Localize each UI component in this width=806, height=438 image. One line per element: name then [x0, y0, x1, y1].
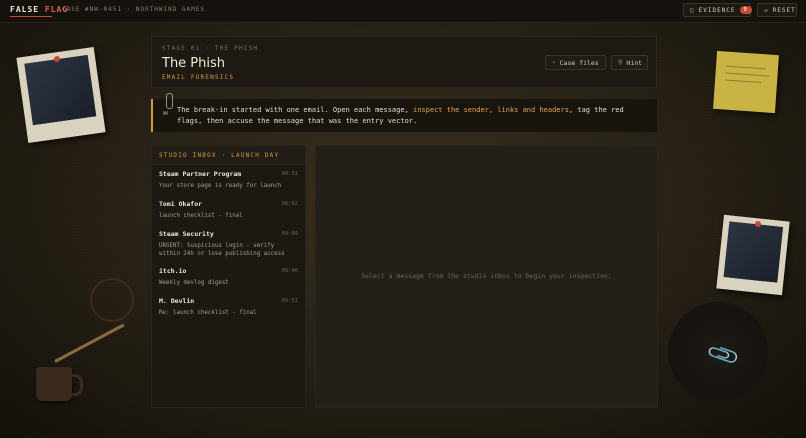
message-item[interactable]: Tomi Okafor 08:52 launch checklist - fin…: [152, 195, 305, 225]
polaroid-photo-left: [16, 46, 106, 144]
pin-icon: [755, 221, 761, 227]
top-bar: FALSE FLAG CASE #NW-0451 · NORTHWIND GAM…: [0, 0, 806, 23]
message-sender: Steam Security: [159, 230, 214, 238]
coffee-ring: [90, 278, 134, 322]
message-item[interactable]: M. Devlin 09:51 Re: launch checklist - f…: [152, 292, 305, 322]
stage-subtitle: EMAIL FORENSICS: [162, 74, 235, 81]
reset-icon: ↺: [764, 6, 769, 14]
case-label: CASE #NW-0451 · NORTHWIND GAMES: [62, 6, 205, 13]
message-sender: Steam Partner Program: [159, 170, 242, 178]
message-item[interactable]: Steam Security 09:09 URGENT: Suspicious …: [152, 225, 305, 262]
message-time: 08:31: [281, 171, 298, 177]
search-icon: ⚲: [618, 59, 623, 66]
inbox-panel: STUDIO INBOX · LAUNCH DAY Steam Partner …: [151, 145, 306, 408]
message-subject: launch checklist - final: [159, 213, 243, 219]
intro-text: The break-in started with one email. Ope…: [177, 106, 624, 125]
message-sender: itch.io: [159, 267, 187, 275]
evidence-button[interactable]: ◫ EVIDENCE 0: [683, 3, 752, 17]
evidence-count-badge: 0: [739, 6, 752, 14]
empty-state-text: Select a message from the studio inbox t…: [361, 272, 612, 280]
hint-button[interactable]: ⚲ Hint: [611, 55, 648, 70]
message-item[interactable]: itch.io 09:40 Weekly devlog digest: [152, 262, 305, 292]
brand-underline: [10, 16, 52, 17]
shield-icon: ◫: [690, 6, 695, 14]
message-subject: URGENT: Suspicious login - verify within…: [159, 243, 285, 257]
message-time: 09:40: [281, 268, 298, 274]
message-item[interactable]: Steam Partner Program 08:31 Your store p…: [152, 165, 305, 195]
case-files-button[interactable]: ‹ Case files: [545, 55, 606, 70]
message-reading-pane: Select a message from the studio inbox t…: [315, 145, 658, 408]
paperclip-icon: [166, 93, 173, 109]
pin-icon: [54, 56, 60, 62]
inbox-title: STUDIO INBOX · LAUNCH DAY: [152, 146, 305, 165]
coffee-mug: [36, 367, 72, 401]
message-sender: Tomi Okafor: [159, 200, 203, 208]
reset-label: RESET: [772, 6, 796, 14]
page-title: The Phish: [162, 56, 226, 71]
sticky-note: [713, 50, 779, 114]
message-subject: Your store page is ready for launch: [159, 183, 282, 189]
message-time: 08:52: [281, 201, 298, 207]
message-time: 09:51: [281, 298, 298, 304]
reset-button[interactable]: ↺ RESET: [757, 3, 797, 17]
mug-handle: [70, 374, 83, 396]
case-files-label: Case files: [559, 58, 599, 67]
chevron-left-icon: ‹: [552, 59, 556, 66]
evidence-label: EVIDENCE: [698, 6, 736, 14]
intro-note: ✉ The break-in started with one email. O…: [151, 93, 657, 132]
message-subject: Re: launch checklist - final: [159, 310, 257, 316]
stage-label: STAGE 01 · THE PHISH: [162, 45, 259, 52]
message-sender: M. Devlin: [159, 297, 195, 305]
hint-label: Hint: [626, 58, 643, 67]
spoon: [54, 323, 125, 363]
stage-header: STAGE 01 · THE PHISH The Phish EMAIL FOR…: [151, 36, 657, 88]
message-subject: Weekly devlog digest: [159, 280, 229, 286]
intro-highlight: inspect the sender, links and headers: [413, 106, 569, 114]
mail-icon: ✉: [163, 108, 168, 117]
polaroid-photo-right: [716, 214, 790, 296]
brand-logo: FALSE FLAG: [10, 5, 69, 14]
message-time: 09:09: [281, 231, 298, 237]
